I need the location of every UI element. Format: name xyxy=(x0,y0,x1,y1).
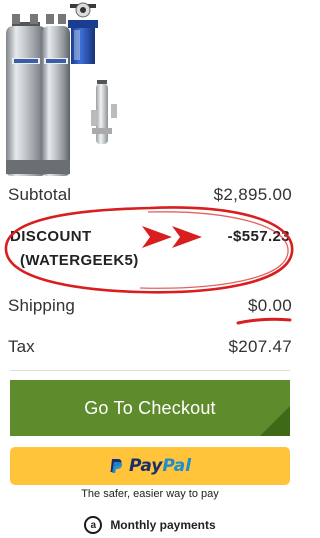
discount-code: (WATERGEEK5) xyxy=(20,252,139,269)
divider xyxy=(10,370,290,371)
paypal-button[interactable]: Pay Pal xyxy=(10,447,290,485)
shipping-row: Shipping $0.00 xyxy=(8,296,292,316)
tax-label: Tax xyxy=(8,337,35,356)
paypal-tagline: The safer, easier way to pay xyxy=(81,488,219,500)
discount-label: DISCOUNT xyxy=(10,228,92,245)
water-filter-system-illustration xyxy=(6,2,117,176)
subtotal-row: Subtotal $2,895.00 xyxy=(8,185,292,205)
discount-row: DISCOUNT (WATERGEEK5) -$557.23 xyxy=(8,225,292,271)
affirm-icon: a xyxy=(84,516,103,534)
subtotal-value: $2,895.00 xyxy=(213,185,292,204)
checkout-label: Go To Checkout xyxy=(84,397,216,418)
product-image xyxy=(0,0,300,180)
shipping-underline xyxy=(236,317,292,325)
discount-value: -$557.23 xyxy=(227,228,290,245)
monthly-payments[interactable]: a Monthly payments xyxy=(0,516,300,534)
paypal-pay-text: Pay xyxy=(128,456,163,476)
monthly-payments-label: Monthly payments xyxy=(110,518,216,532)
go-to-checkout-button[interactable]: Go To Checkout xyxy=(10,380,290,436)
paypal-icon xyxy=(110,459,123,473)
button-corner-accent xyxy=(260,406,290,436)
tax-row: Tax $207.47 xyxy=(8,337,292,357)
paypal-pal-text: Pal xyxy=(162,456,192,476)
shipping-value: $0.00 xyxy=(247,296,292,315)
tax-value: $207.47 xyxy=(228,337,292,356)
shipping-label: Shipping xyxy=(8,296,75,315)
subtotal-label: Subtotal xyxy=(8,185,72,204)
paypal-logo: Pay Pal xyxy=(109,456,191,476)
